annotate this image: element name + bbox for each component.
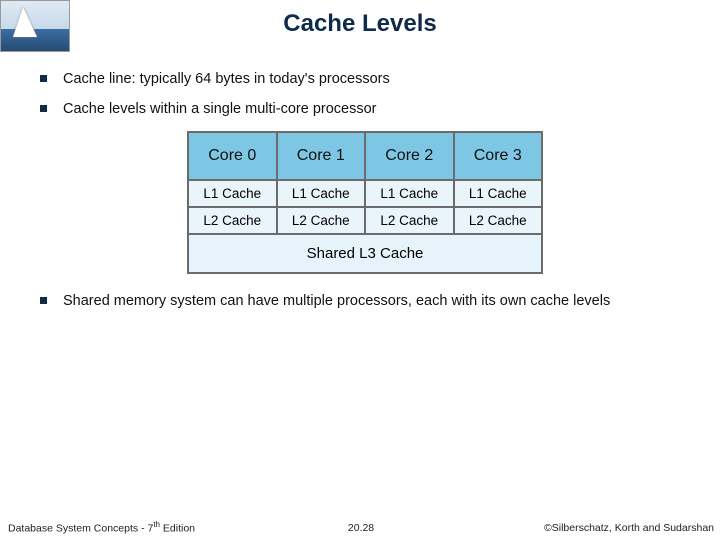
- l2-cell: L2 Cache: [277, 207, 366, 234]
- slide-title: Cache Levels: [0, 10, 720, 38]
- l2-cell: L2 Cache: [454, 207, 543, 234]
- core-cell: Core 0: [188, 132, 277, 180]
- footer-center: 20.28: [8, 522, 714, 534]
- bullet-text: Cache levels within a single multi-core …: [63, 100, 377, 120]
- l1-cell: L1 Cache: [365, 180, 454, 207]
- core-cell: Core 1: [277, 132, 366, 180]
- l3-row: Shared L3 Cache: [188, 234, 542, 273]
- core-cell: Core 2: [365, 132, 454, 180]
- bullet-icon: [40, 297, 47, 304]
- slide-footer: Database System Concepts - 7th Edition 2…: [8, 520, 714, 535]
- core-row: Core 0 Core 1 Core 2 Core 3: [188, 132, 542, 180]
- l3-cell: Shared L3 Cache: [188, 234, 542, 273]
- slide-body: Cache line: typically 64 bytes in today'…: [40, 70, 690, 322]
- cache-diagram: Core 0 Core 1 Core 2 Core 3 L1 Cache L1 …: [187, 131, 543, 274]
- l1-cell: L1 Cache: [188, 180, 277, 207]
- l1-row: L1 Cache L1 Cache L1 Cache L1 Cache: [188, 180, 542, 207]
- l2-cell: L2 Cache: [365, 207, 454, 234]
- bullet-text: Cache line: typically 64 bytes in today'…: [63, 70, 390, 90]
- core-cell: Core 3: [454, 132, 543, 180]
- bullet-item: Cache levels within a single multi-core …: [40, 100, 690, 120]
- bullet-item: Cache line: typically 64 bytes in today'…: [40, 70, 690, 90]
- l2-cell: L2 Cache: [188, 207, 277, 234]
- bullet-icon: [40, 75, 47, 82]
- l1-cell: L1 Cache: [454, 180, 543, 207]
- l1-cell: L1 Cache: [277, 180, 366, 207]
- bullet-icon: [40, 105, 47, 112]
- bullet-text: Shared memory system can have multiple p…: [63, 292, 610, 312]
- bullet-item: Shared memory system can have multiple p…: [40, 292, 690, 312]
- l2-row: L2 Cache L2 Cache L2 Cache L2 Cache: [188, 207, 542, 234]
